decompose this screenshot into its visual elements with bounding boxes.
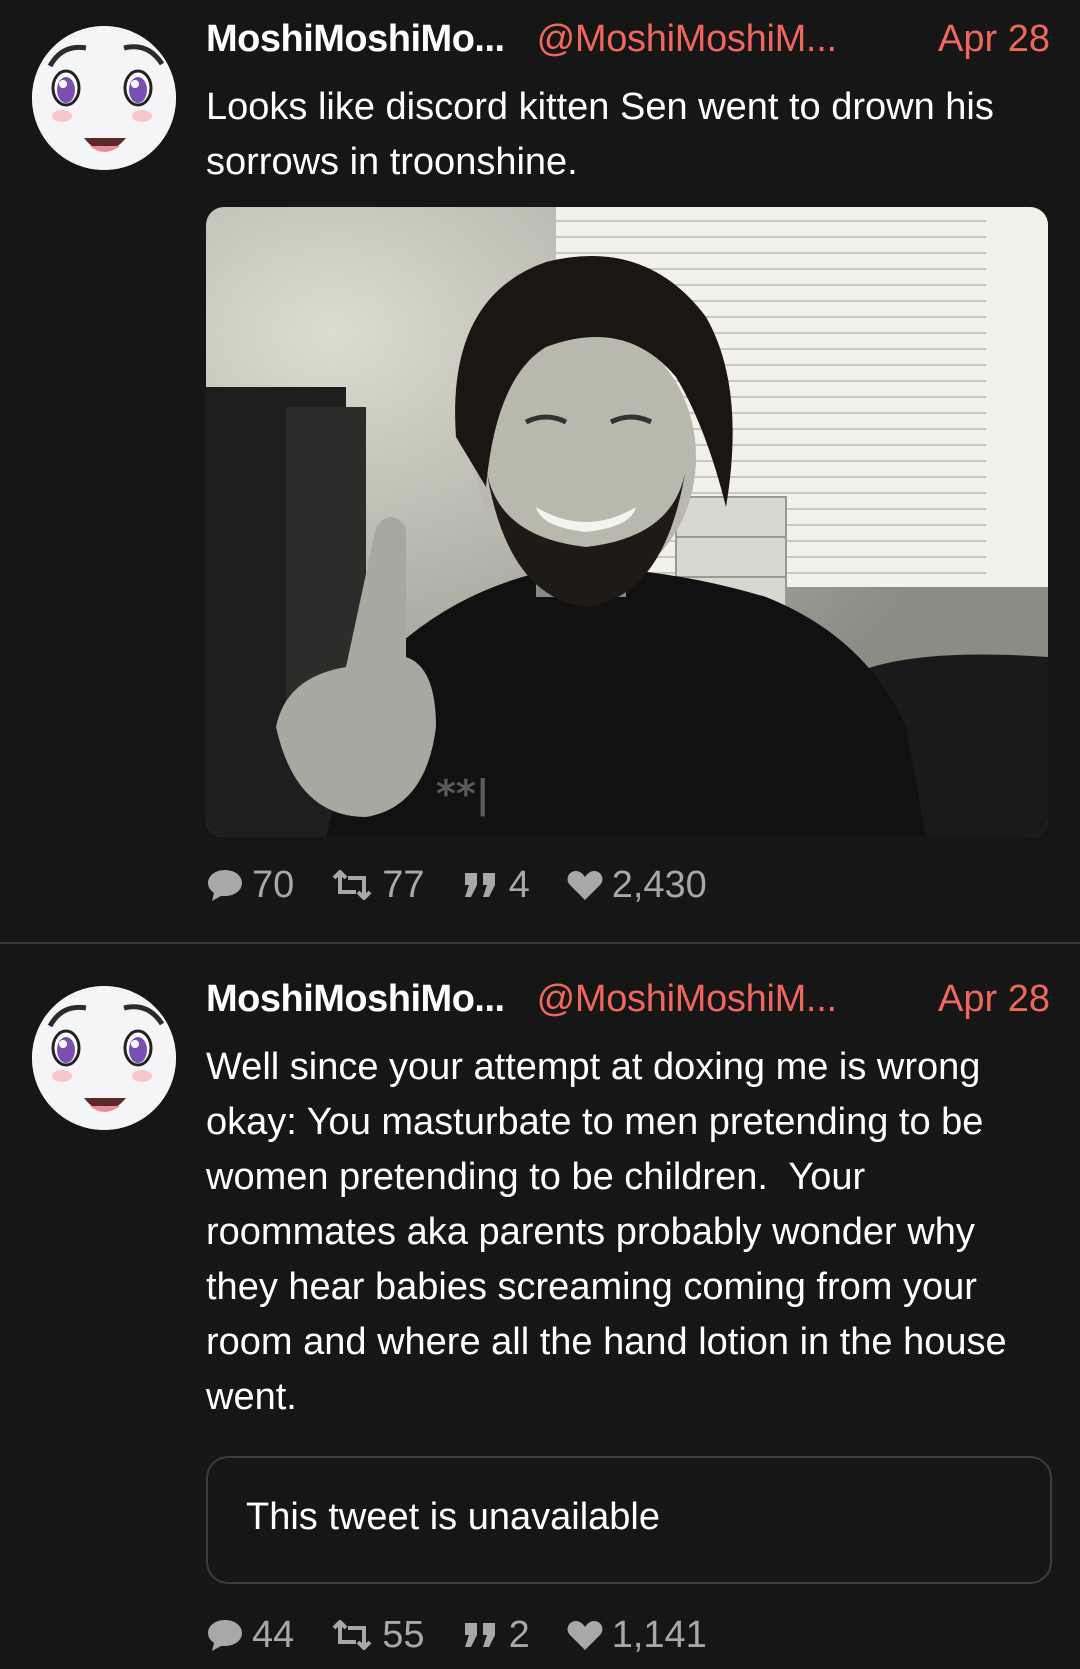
selfie-photo: **| <box>206 207 1048 837</box>
quoted-tweet-unavailable[interactable]: This tweet is unavailable <box>206 1456 1052 1584</box>
user-handle[interactable]: @MoshiMoshiM... <box>537 978 837 1021</box>
avatar[interactable] <box>32 26 176 170</box>
reply-count: 44 <box>252 1613 295 1656</box>
retweet-count: 77 <box>382 863 425 906</box>
tweet-date[interactable]: Apr 28 <box>938 18 1050 61</box>
like-count: 1,141 <box>611 1613 707 1656</box>
retweet-count: 55 <box>382 1613 425 1656</box>
speech-bubble-icon <box>208 870 242 901</box>
like-button[interactable]: 1,141 <box>566 1614 707 1657</box>
retweet-icon <box>332 870 372 900</box>
tweet-date[interactable]: Apr 28 <box>938 978 1050 1021</box>
display-name[interactable]: MoshiMoshiMo... <box>206 18 505 61</box>
reply-button[interactable]: 44 <box>206 1614 294 1657</box>
tweet-header: MoshiMoshiMo... @MoshiMoshiM... Apr 28 <box>206 978 1050 1030</box>
quote-icon <box>464 1623 495 1647</box>
heart-icon <box>567 1621 603 1650</box>
user-handle[interactable]: @MoshiMoshiM... <box>537 18 837 61</box>
quote-button[interactable]: 4 <box>461 864 530 907</box>
avatar[interactable] <box>32 986 176 1130</box>
reply-button[interactable]: 70 <box>206 864 294 907</box>
shirt-text: **| <box>436 772 490 817</box>
retweet-icon <box>332 1620 372 1650</box>
tweet-actions: 44 55 2 1,141 <box>206 1610 743 1660</box>
tweet-text: Well since your attempt at doxing me is … <box>206 1046 1018 1418</box>
like-button[interactable]: 2,430 <box>566 864 707 907</box>
quote-count: 4 <box>508 863 530 906</box>
tweet-photo[interactable]: **| <box>206 207 1048 837</box>
like-count: 2,430 <box>611 863 707 906</box>
unavailable-message: This tweet is unavailable <box>246 1496 660 1538</box>
retweet-button[interactable]: 77 <box>330 863 425 907</box>
anime-face-avatar-image <box>32 26 176 170</box>
quote-icon <box>464 873 495 897</box>
quote-count: 2 <box>508 1613 530 1656</box>
quote-button[interactable]: 2 <box>461 1614 530 1657</box>
anime-face-avatar-image <box>32 986 176 1130</box>
speech-bubble-icon <box>208 1620 242 1651</box>
retweet-button[interactable]: 55 <box>330 1613 425 1657</box>
tweet-2[interactable]: MoshiMoshiMo... @MoshiMoshiM... Apr 28 W… <box>0 944 1080 1669</box>
tweet-actions: 70 77 4 2,430 <box>206 860 743 910</box>
tweet-1[interactable]: MoshiMoshiMo... @MoshiMoshiM... Apr 28 L… <box>0 0 1080 940</box>
reply-count: 70 <box>252 863 295 906</box>
tweet-header: MoshiMoshiMo... @MoshiMoshiM... Apr 28 <box>206 18 1050 70</box>
heart-icon <box>567 871 603 900</box>
tweet-text: Looks like discord kitten Sen went to dr… <box>206 86 1005 183</box>
display-name[interactable]: MoshiMoshiMo... <box>206 978 505 1021</box>
